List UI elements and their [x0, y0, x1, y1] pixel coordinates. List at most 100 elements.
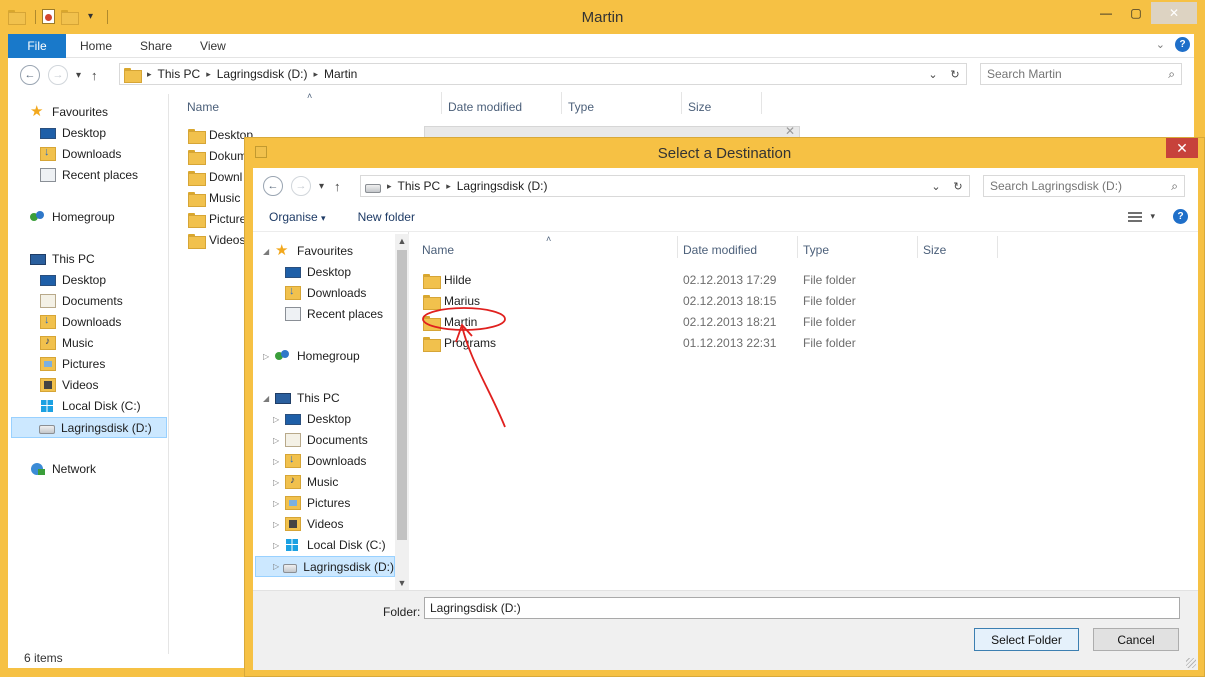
- nav-pc-desktop[interactable]: ▷ Desktop: [273, 412, 351, 426]
- column-type[interactable]: Type: [803, 243, 829, 257]
- scroll-down-icon[interactable]: ▼: [395, 578, 409, 588]
- nav-pc-videos[interactable]: ▷ Videos: [273, 517, 343, 531]
- collapsed-arrow-icon[interactable]: ▷: [273, 415, 283, 424]
- nav-pc-desktop[interactable]: Desktop: [40, 273, 106, 287]
- cancel-button[interactable]: Cancel: [1093, 628, 1179, 651]
- column-divider[interactable]: [917, 236, 918, 258]
- nav-pc-downloads[interactable]: ▷ Downloads: [273, 453, 366, 468]
- column-divider[interactable]: [761, 92, 762, 114]
- nav-favourites[interactable]: ★ Favourites: [30, 104, 108, 119]
- nav-pc-downloads[interactable]: Downloads: [40, 314, 121, 329]
- breadcrumb-separator[interactable]: ▸: [444, 181, 453, 192]
- select-folder-button[interactable]: Select Folder: [974, 628, 1079, 651]
- new-folder-button[interactable]: New folder: [342, 210, 431, 224]
- nav-homegroup[interactable]: ▷ Homegroup: [263, 349, 360, 363]
- explorer-search[interactable]: ⌕: [980, 63, 1182, 85]
- collapsed-arrow-icon[interactable]: ▷: [273, 562, 281, 571]
- refresh-icon[interactable]: ↻: [947, 180, 969, 193]
- collapsed-arrow-icon[interactable]: ▷: [273, 478, 283, 487]
- nav-network[interactable]: Network: [30, 462, 96, 476]
- address-dropdown-icon[interactable]: ⌄: [925, 180, 947, 193]
- column-divider[interactable]: [797, 236, 798, 258]
- chevron-down-icon[interactable]: ▾: [1150, 211, 1155, 222]
- breadcrumb-this-pc[interactable]: This PC: [154, 67, 205, 81]
- table-row[interactable]: Hilde 02.12.2013 17:29 File folder: [423, 271, 1003, 289]
- breadcrumb-martin[interactable]: Martin: [320, 67, 361, 81]
- list-item[interactable]: Dokum: [188, 149, 247, 165]
- search-input[interactable]: [990, 179, 1155, 193]
- dialog-search[interactable]: ⌕: [983, 175, 1185, 197]
- nav-pc-pictures[interactable]: Pictures: [40, 357, 105, 371]
- breadcrumb-separator[interactable]: ▸: [145, 69, 154, 80]
- tab-file[interactable]: File: [8, 33, 66, 58]
- help-icon[interactable]: ?: [1173, 209, 1188, 224]
- expanded-arrow-icon[interactable]: ◢: [263, 247, 273, 256]
- column-divider[interactable]: [441, 92, 442, 114]
- nav-this-pc[interactable]: ◢ This PC: [263, 391, 340, 405]
- list-item[interactable]: Music: [188, 191, 240, 207]
- breadcrumb-this-pc[interactable]: This PC: [394, 179, 445, 193]
- column-divider[interactable]: [997, 236, 998, 258]
- column-size[interactable]: Size: [688, 100, 711, 114]
- nav-downloads[interactable]: Downloads: [40, 146, 121, 161]
- nav-pc-documents[interactable]: Documents: [40, 294, 123, 308]
- nav-pc-lagringsdisk[interactable]: ▷ Lagringsdisk (D:): [255, 556, 395, 577]
- search-icon[interactable]: ⌕: [1168, 67, 1175, 82]
- explorer-address-bar[interactable]: ▸ This PC ▸ Lagringsdisk (D:) ▸ Martin ⌄…: [119, 63, 967, 85]
- collapsed-arrow-icon[interactable]: ▷: [273, 541, 283, 550]
- close-icon[interactable]: ✕: [1151, 2, 1197, 24]
- column-divider[interactable]: [677, 236, 678, 258]
- breadcrumb-separator[interactable]: ▸: [311, 69, 320, 80]
- column-name[interactable]: Name: [422, 243, 454, 257]
- explorer-titlebar[interactable]: ▾ Martin — ▢ ✕: [0, 0, 1205, 34]
- expanded-arrow-icon[interactable]: ◢: [263, 394, 273, 403]
- column-type[interactable]: Type: [568, 100, 594, 114]
- address-dropdown-icon[interactable]: ⌄: [922, 68, 944, 81]
- collapsed-arrow-icon[interactable]: ▷: [273, 499, 283, 508]
- nav-pc-local-disk[interactable]: ▷ Local Disk (C:): [273, 538, 386, 552]
- column-name[interactable]: Name: [187, 100, 219, 114]
- table-row[interactable]: Programs 01.12.2013 22:31 File folder: [423, 334, 1003, 352]
- tab-view[interactable]: View: [186, 39, 240, 53]
- nav-pc-music[interactable]: Music: [40, 336, 93, 350]
- view-options-icon[interactable]: [1128, 211, 1143, 222]
- organise-button[interactable]: Organise ▾: [253, 210, 342, 224]
- nav-pc-pictures[interactable]: ▷ Pictures: [273, 496, 350, 510]
- column-divider[interactable]: [561, 92, 562, 114]
- breadcrumb-separator[interactable]: ▸: [204, 69, 213, 80]
- collapsed-arrow-icon[interactable]: ▷: [273, 457, 283, 466]
- nav-desktop[interactable]: Desktop: [285, 265, 351, 279]
- refresh-icon[interactable]: ↻: [944, 68, 966, 81]
- nav-pc-local-disk[interactable]: Local Disk (C:): [40, 399, 141, 413]
- collapsed-arrow-icon[interactable]: ▷: [273, 436, 283, 445]
- dialog-titlebar[interactable]: Select a Destination ✕: [245, 138, 1204, 168]
- nav-favourites[interactable]: ◢ ★ Favourites: [263, 243, 353, 258]
- column-size[interactable]: Size: [923, 243, 946, 257]
- minimize-icon[interactable]: —: [1091, 2, 1121, 24]
- up-icon[interactable]: ↑: [334, 179, 341, 194]
- table-row[interactable]: Marius 02.12.2013 18:15 File folder: [423, 292, 1003, 310]
- recent-locations-icon[interactable]: ▾: [76, 70, 81, 81]
- list-item[interactable]: Picture: [188, 212, 246, 228]
- search-input[interactable]: [987, 67, 1152, 81]
- recent-locations-icon[interactable]: ▾: [319, 181, 324, 192]
- tab-home[interactable]: Home: [66, 39, 126, 53]
- nav-pc-music[interactable]: ▷ Music: [273, 475, 338, 489]
- column-date[interactable]: Date modified: [448, 100, 522, 114]
- nav-scrollbar[interactable]: ▲ ▼: [395, 234, 409, 590]
- back-icon[interactable]: ←: [263, 176, 283, 196]
- dialog-address-bar[interactable]: ▸ This PC ▸ Lagringsdisk (D:) ⌄ ↻: [360, 175, 970, 197]
- column-divider[interactable]: [681, 92, 682, 114]
- forward-icon[interactable]: →: [291, 176, 311, 196]
- nav-pc-lagringsdisk[interactable]: Lagringsdisk (D:): [11, 417, 167, 438]
- collapsed-arrow-icon[interactable]: ▷: [273, 520, 283, 529]
- nav-homegroup[interactable]: Homegroup: [30, 210, 115, 224]
- back-icon[interactable]: ←: [20, 65, 40, 85]
- scroll-thumb[interactable]: [397, 250, 407, 540]
- help-icon[interactable]: ?: [1175, 37, 1190, 52]
- list-item[interactable]: Downl: [188, 170, 242, 186]
- nav-this-pc[interactable]: This PC: [30, 252, 95, 266]
- list-item[interactable]: Videos: [188, 233, 245, 249]
- nav-pc-videos[interactable]: Videos: [40, 378, 98, 392]
- nav-pc-documents[interactable]: ▷ Documents: [273, 433, 368, 447]
